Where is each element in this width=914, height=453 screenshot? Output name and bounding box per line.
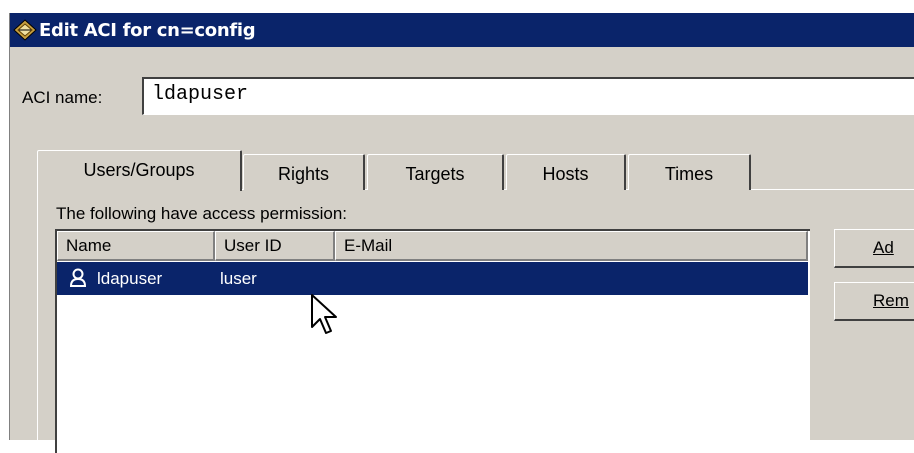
table-row[interactable]: ldapuser luser	[57, 262, 808, 295]
remove-button[interactable]: Rem	[834, 282, 914, 321]
aci-name-label: ACI name:	[22, 88, 103, 107]
tab-times[interactable]: Times	[628, 154, 751, 190]
permission-label: The following have access permission:	[56, 204, 348, 223]
mouse-pointer-icon	[311, 294, 337, 334]
aci-name-field[interactable]: ldapuser	[142, 77, 914, 115]
permission-list[interactable]: Name User ID E-Mail ldapuser luser	[55, 229, 810, 453]
tab-targets[interactable]: Targets	[367, 154, 504, 190]
column-header-user-id[interactable]: User ID	[215, 231, 335, 261]
window-title: Edit ACI for cn=config	[39, 20, 256, 41]
column-header-email[interactable]: E-Mail	[335, 231, 808, 261]
column-header-name[interactable]: Name	[57, 231, 215, 261]
row-user-id: luser	[220, 269, 257, 288]
edit-aci-dialog: Edit ACI for cn=config ACI name: ldapuse…	[9, 13, 914, 453]
tab-rights[interactable]: Rights	[243, 154, 365, 190]
tab-users-groups[interactable]: Users/Groups	[37, 150, 242, 191]
app-icon	[13, 19, 37, 41]
add-button[interactable]: Ad	[834, 229, 914, 268]
tab-hosts[interactable]: Hosts	[506, 154, 626, 190]
row-name: ldapuser	[97, 269, 163, 288]
user-icon	[69, 268, 87, 287]
title-bar: Edit ACI for cn=config	[10, 13, 914, 47]
